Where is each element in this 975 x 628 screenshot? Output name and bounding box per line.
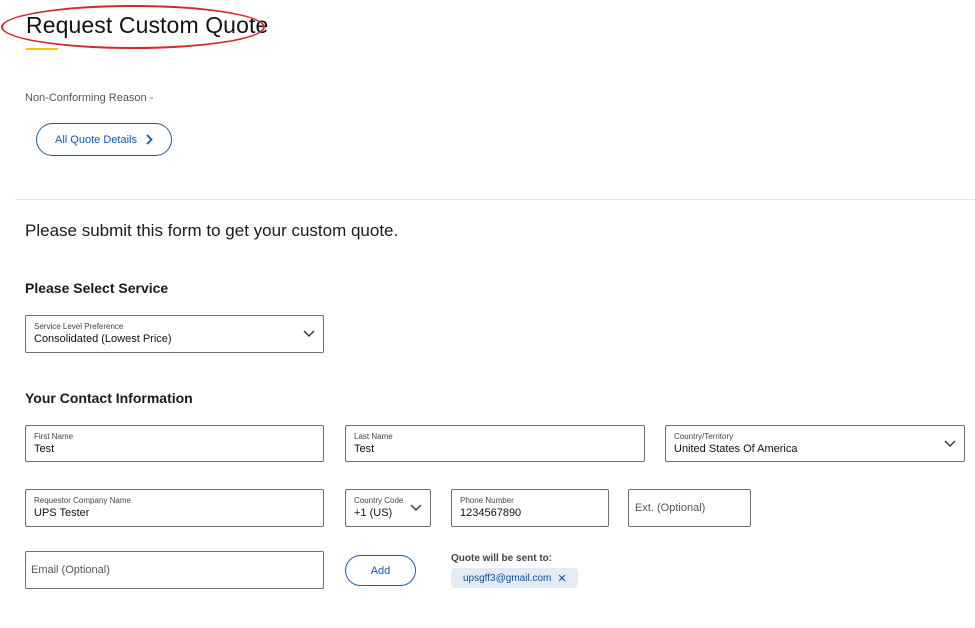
annotation-circle	[1, 5, 265, 49]
add-email-button[interactable]: Add	[345, 555, 416, 586]
email-chip-text: upsgff3@gmail.com	[463, 572, 552, 584]
section-divider	[15, 199, 975, 200]
all-quote-details-button[interactable]: All Quote Details	[36, 123, 172, 156]
all-quote-details-label: All Quote Details	[55, 133, 137, 146]
first-name-value: Test	[34, 443, 55, 455]
country-code-value: +1 (US)	[354, 507, 393, 519]
phone-number-field[interactable]: Phone Number 1234567890	[451, 489, 609, 527]
email-field[interactable]: Email (Optional)	[25, 551, 324, 589]
quote-sent-to-label: Quote will be sent to:	[451, 553, 553, 564]
service-heading: Please Select Service	[25, 280, 169, 296]
chevron-down-icon	[944, 440, 956, 447]
last-name-value: Test	[354, 443, 375, 455]
company-name-value: UPS Tester	[34, 507, 90, 519]
country-territory-value: United States Of America	[674, 443, 798, 455]
extension-field[interactable]: Ext. (Optional)	[628, 489, 751, 527]
non-conforming-reason: Non-Conforming Reason -	[25, 92, 154, 104]
company-name-label: Requestor Company Name	[34, 496, 131, 505]
phone-number-value: 1234567890	[460, 507, 522, 519]
first-name-label: First Name	[34, 432, 74, 441]
last-name-field[interactable]: Last Name Test	[345, 425, 645, 462]
email-chip: upsgff3@gmail.com ✕	[451, 568, 578, 588]
chevron-down-icon	[410, 504, 422, 511]
phone-number-label: Phone Number	[460, 496, 514, 505]
first-name-field[interactable]: First Name Test	[25, 425, 324, 462]
title-underline	[26, 48, 58, 50]
form-intro: Please submit this form to get your cust…	[25, 221, 399, 240]
service-level-select[interactable]: Service Level Preference Consolidated (L…	[25, 315, 324, 353]
service-level-value: Consolidated (Lowest Price)	[34, 333, 172, 345]
country-code-label: Country Code	[354, 496, 404, 505]
email-placeholder: Email (Optional)	[31, 564, 110, 576]
company-name-field[interactable]: Requestor Company Name UPS Tester	[25, 489, 324, 527]
country-territory-label: Country/Territory	[674, 432, 734, 441]
remove-email-icon[interactable]: ✕	[557, 572, 566, 585]
contact-heading: Your Contact Information	[25, 390, 193, 406]
service-level-label: Service Level Preference	[34, 322, 124, 331]
country-territory-select[interactable]: Country/Territory United States Of Ameri…	[665, 425, 965, 462]
chevron-right-icon	[146, 134, 153, 145]
last-name-label: Last Name	[354, 432, 393, 441]
country-code-select[interactable]: Country Code +1 (US)	[345, 489, 431, 527]
extension-placeholder: Ext. (Optional)	[635, 502, 706, 514]
chevron-down-icon	[303, 330, 315, 337]
